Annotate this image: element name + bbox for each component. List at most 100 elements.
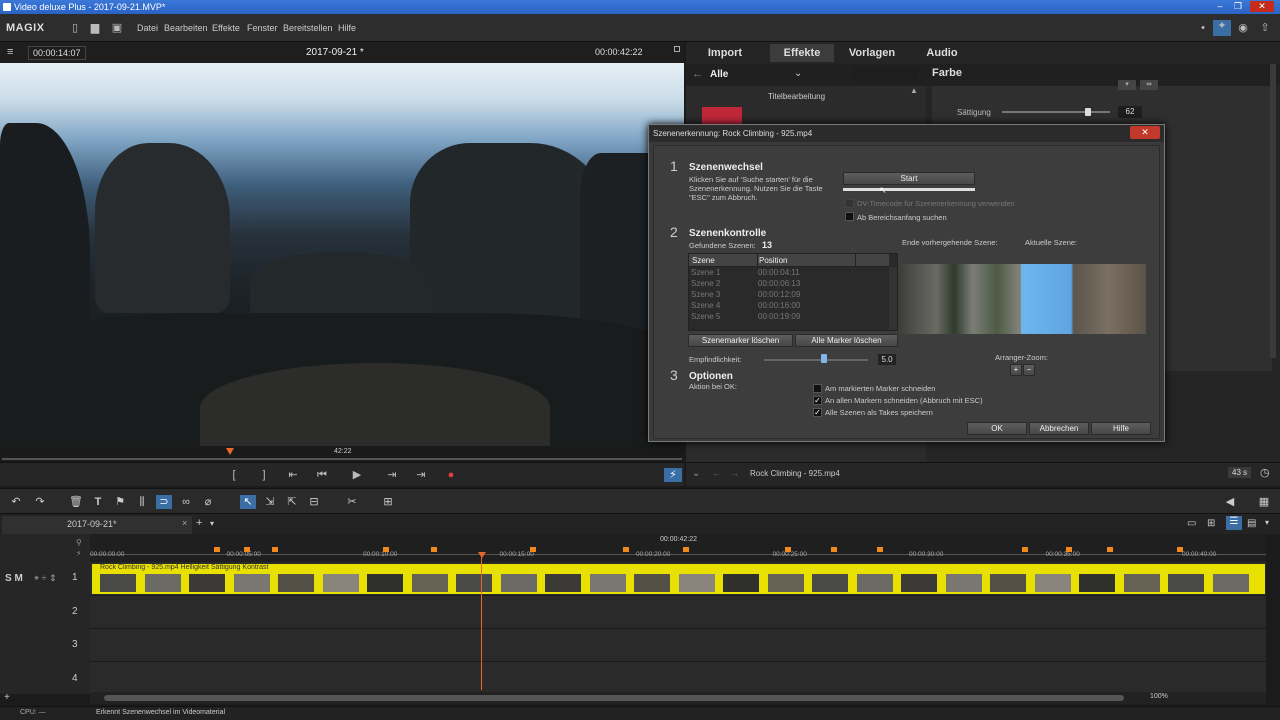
snap-icon[interactable]: ⊃: [156, 495, 172, 509]
hamburger-icon[interactable]: ≡: [7, 46, 13, 58]
mixer-icon[interactable]: ▦: [1256, 495, 1272, 509]
scene-marker[interactable]: [1066, 547, 1072, 552]
link-icon[interactable]: ∞: [178, 495, 194, 509]
timeline-playhead[interactable]: [481, 552, 482, 690]
scene-marker[interactable]: [623, 547, 629, 552]
view-single-icon[interactable]: ▭: [1187, 518, 1196, 529]
table-row[interactable]: Szene 3 00:00:12:09: [689, 290, 889, 301]
scene-marker[interactable]: [877, 547, 883, 552]
pointer-tool-icon[interactable]: ↖: [240, 495, 256, 509]
view-timeline-icon[interactable]: ☰: [1226, 516, 1242, 530]
table-row[interactable]: Szene 2 00:00:06:13: [689, 279, 889, 290]
next-clip-icon[interactable]: →: [730, 468, 739, 478]
clock-icon[interactable]: ◷: [1260, 466, 1270, 479]
scene-marker[interactable]: [530, 547, 536, 552]
video-clip[interactable]: Rock Climbing - 925.mp4 Helligkeit Sätti…: [92, 564, 1265, 594]
menu-bereitstellen[interactable]: Bereitstellen: [283, 23, 333, 33]
scene-marker[interactable]: [214, 547, 220, 552]
add-track-icon[interactable]: +: [4, 692, 10, 703]
prev-clip-icon[interactable]: ←: [712, 468, 721, 478]
new-file-icon[interactable]: ▯: [68, 22, 82, 34]
cut-marked-checkbox[interactable]: [813, 384, 822, 393]
out-point-icon[interactable]: ]: [256, 468, 272, 482]
saturation-value[interactable]: 62: [1118, 106, 1142, 118]
tab-import[interactable]: Import: [695, 44, 755, 62]
search-input[interactable]: [852, 67, 918, 82]
table-row[interactable]: Szene 5 00:00:19:09: [689, 312, 889, 323]
open-folder-icon[interactable]: ▆: [88, 22, 102, 34]
cut-tool-icon[interactable]: ✂: [344, 495, 360, 509]
scene-marker[interactable]: [1177, 547, 1183, 552]
zoom-level[interactable]: 100%: [1150, 693, 1168, 700]
menu-effekte[interactable]: Effekte: [212, 23, 240, 33]
jump-start-icon[interactable]: ⇤: [285, 468, 301, 482]
delete-all-markers-button[interactable]: Alle Marker löschen: [795, 334, 898, 347]
scene-list[interactable]: Szene Position Szene 1 00:00:04:11 Szene …: [688, 253, 898, 331]
lightning-lane-icon[interactable]: ⚡: [76, 549, 82, 558]
record-icon[interactable]: ●: [443, 468, 459, 482]
saturation-slider[interactable]: [1002, 111, 1110, 113]
close-button[interactable]: ✕: [1250, 1, 1274, 12]
jump-end-icon[interactable]: ⇥: [413, 468, 429, 482]
play-icon[interactable]: ▶: [349, 468, 365, 482]
panel-scrollbar[interactable]: [1270, 64, 1276, 358]
scene-marker[interactable]: [431, 547, 437, 552]
playhead-handle-icon[interactable]: [478, 552, 486, 558]
help-button[interactable]: Hilfe: [1091, 422, 1151, 435]
tab-effekte[interactable]: Effekte: [770, 44, 834, 62]
dialog-close-button[interactable]: ✕: [1130, 126, 1160, 139]
scene-marker[interactable]: [383, 547, 389, 552]
range-start-checkbox[interactable]: [845, 212, 854, 221]
community-icon[interactable]: ✦: [1213, 20, 1231, 36]
maximize-button[interactable]: ❐: [1230, 1, 1246, 12]
saturation-handle[interactable]: [1085, 108, 1091, 116]
view-storyboard-icon[interactable]: ▤: [1247, 518, 1256, 529]
insert-icon[interactable]: ⊞: [380, 495, 396, 509]
timecode-left[interactable]: 00:00:14:07: [28, 46, 86, 60]
undo-icon[interactable]: ↶: [8, 495, 24, 509]
scene-marker[interactable]: [831, 547, 837, 552]
tab-menu-icon[interactable]: ▾: [210, 519, 214, 528]
track-4[interactable]: [90, 662, 1266, 695]
preset-dropdown[interactable]: ▾: [1118, 80, 1136, 90]
preview-scrubber[interactable]: 42:22: [0, 446, 684, 462]
scene-marker[interactable]: [272, 547, 278, 552]
next-marker-icon[interactable]: ⇥: [384, 468, 400, 482]
minimize-button[interactable]: –: [1212, 1, 1228, 12]
menu-fenster[interactable]: Fenster: [247, 23, 278, 33]
trim-tool-icon[interactable]: ⊟: [306, 495, 322, 509]
save-takes-checkbox[interactable]: ✓: [813, 408, 822, 417]
scene-marker[interactable]: [1022, 547, 1028, 552]
tab-audio[interactable]: Audio: [910, 44, 974, 62]
dot-icon[interactable]: •: [1196, 22, 1210, 34]
volume-icon[interactable]: ◀: [1222, 495, 1238, 509]
save-icon[interactable]: ▣: [110, 22, 124, 34]
chevron-down-icon[interactable]: ⌄: [794, 68, 802, 79]
add-tab-icon[interactable]: +: [196, 517, 202, 529]
scene-marker[interactable]: [1107, 547, 1113, 552]
maximize-preview-icon[interactable]: [674, 46, 680, 52]
view-grid-icon[interactable]: ⊞: [1207, 518, 1215, 529]
table-row[interactable]: Szene 1 00:00:04:11: [689, 268, 889, 279]
timeline-scrollbar[interactable]: 100%: [90, 692, 1266, 704]
menu-datei[interactable]: Datei: [137, 23, 158, 33]
settings-circle-icon[interactable]: ◉: [1236, 22, 1250, 34]
menu-bearbeiten[interactable]: Bearbeiten: [164, 23, 208, 33]
in-point-icon[interactable]: [: [226, 468, 242, 482]
tab-project[interactable]: 2017-09-21*: [67, 519, 117, 529]
range-tool-icon[interactable]: ⇲: [262, 495, 278, 509]
prev-marker-icon[interactable]: ⏮: [314, 468, 330, 482]
collapse-icon[interactable]: ⌄: [692, 468, 700, 479]
close-tab-icon[interactable]: ×: [182, 518, 187, 528]
marker-lane-icon[interactable]: ⚲: [76, 538, 82, 547]
lightning-icon[interactable]: ⚡: [664, 468, 682, 482]
cancel-button[interactable]: Abbrechen: [1029, 422, 1089, 435]
reset-icon[interactable]: ⇹: [1140, 80, 1158, 90]
sensitivity-value[interactable]: 5.0: [878, 354, 896, 365]
dv-timecode-checkbox[interactable]: [845, 199, 854, 208]
track-options-icon[interactable]: ⌖ ÷ ⇕: [34, 573, 57, 584]
delete-icon[interactable]: 🗑: [68, 495, 84, 509]
sensitivity-slider[interactable]: [764, 359, 868, 361]
menu-hilfe[interactable]: Hilfe: [338, 23, 356, 33]
scene-list-scrollbar[interactable]: [889, 267, 897, 330]
